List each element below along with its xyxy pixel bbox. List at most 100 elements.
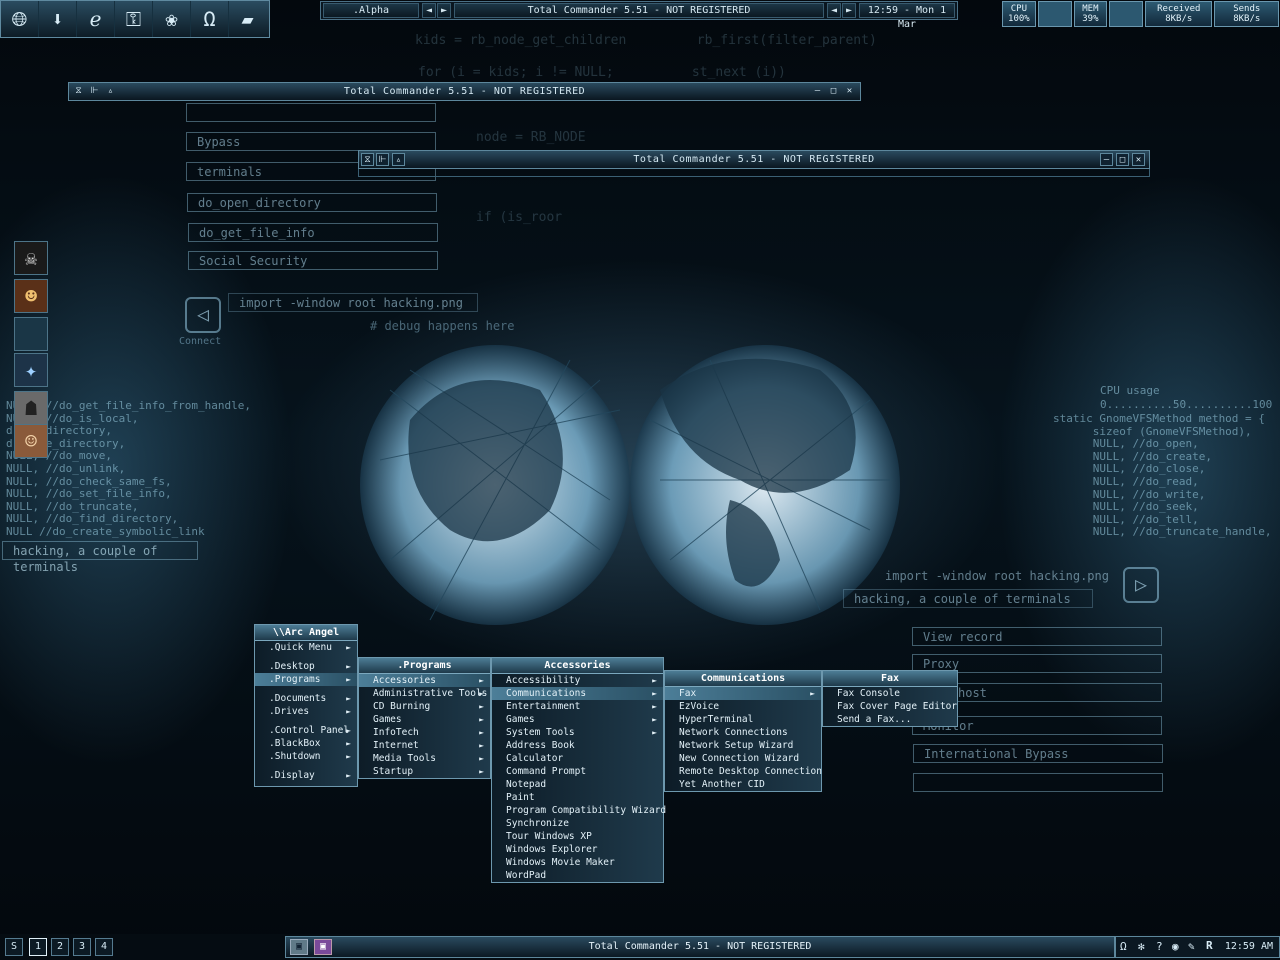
warrior-avatar-icon[interactable]: ☻ — [14, 279, 48, 313]
submenu-arrow-icon: ► — [346, 726, 351, 735]
menu-item-fax[interactable]: Fax ► — [665, 687, 821, 700]
prev-workspace-button[interactable]: ◄ — [422, 3, 436, 18]
close-icon[interactable]: ✕ — [843, 85, 856, 98]
menu-item-ezvoice[interactable]: EzVoice — [665, 700, 821, 713]
menu-item-games[interactable]: Games ► — [492, 713, 663, 726]
menu-item-blackbox[interactable]: .BlackBox ► — [255, 737, 357, 750]
menu-item-windows-explorer[interactable]: Windows Explorer — [492, 843, 663, 856]
wallpaper-field: International Bypass — [913, 744, 1163, 763]
menu-item-accessibility[interactable]: Accessibility ► — [492, 674, 663, 687]
workspace-button-2[interactable]: 2 — [51, 938, 69, 956]
gear-tray-icon[interactable]: ✻ — [1138, 940, 1145, 953]
workspace-name[interactable]: .Alpha — [323, 3, 419, 18]
right-import-text: import -window root hacking.png — [885, 569, 1109, 583]
menu-item-calculator[interactable]: Calculator — [492, 752, 663, 765]
cpu-usage-label: CPU usage — [1100, 384, 1160, 397]
menu-item-control-panel[interactable]: .Control Panel ► — [255, 724, 357, 737]
left-caption: hacking, a couple of terminals — [2, 541, 198, 574]
menu-item-hyperterminal[interactable]: HyperTerminal — [665, 713, 821, 726]
menu-item-notepad[interactable]: Notepad — [492, 778, 663, 791]
menu-item-network-connections[interactable]: Network Connections — [665, 726, 821, 739]
skull-avatar-icon[interactable]: ☠ — [14, 241, 48, 275]
network-tray-icon[interactable]: ◉ — [1172, 940, 1179, 953]
menu-item-network-setup-wizard[interactable]: Network Setup Wizard — [665, 739, 821, 752]
menu-item-infotech[interactable]: InfoTech ► — [359, 726, 490, 739]
maximize-icon[interactable]: □ — [827, 85, 840, 98]
submenu-arrow-icon: ► — [479, 741, 484, 750]
menu-item-desktop[interactable]: .Desktop ► — [255, 660, 357, 673]
menu-item-shutdown[interactable]: .Shutdown ► — [255, 750, 357, 763]
close-icon[interactable]: ✕ — [1132, 153, 1145, 166]
submenu-arrow-icon: ► — [652, 702, 657, 711]
workspace-button-1[interactable]: 1 — [29, 938, 47, 956]
lotus-icon[interactable]: ❀ — [153, 1, 191, 37]
menu-item-internet[interactable]: Internet ► — [359, 739, 490, 752]
menu-item-paint[interactable]: Paint — [492, 791, 663, 804]
help-tray-icon[interactable]: ? — [1156, 940, 1163, 953]
menu-item-programs[interactable]: .Programs ► — [255, 673, 357, 686]
next-window-button[interactable]: ► — [842, 3, 856, 18]
maximize-icon[interactable]: □ — [1116, 153, 1129, 166]
prev-window-button[interactable]: ◄ — [827, 3, 841, 18]
workspace-button-4[interactable]: 4 — [95, 938, 113, 956]
menu-item-wordpad[interactable]: WordPad — [492, 869, 663, 882]
cpu-graph — [1037, 1, 1072, 27]
menu-item-documents[interactable]: .Documents ► — [255, 692, 357, 705]
girl-avatar-icon[interactable]: ☺ — [14, 424, 48, 458]
minimize-icon[interactable]: – — [1100, 153, 1113, 166]
cpu-monitor: CPU 100% — [1002, 1, 1036, 27]
workspace-button-3[interactable]: 3 — [73, 938, 91, 956]
total-commander-window-front[interactable]: ⧖ ⊩ ▵ Total Commander 5.51 - NOT REGISTE… — [358, 150, 1150, 169]
menu-item-drives[interactable]: .Drives ► — [255, 705, 357, 718]
keys-icon[interactable]: ⚿ — [115, 1, 153, 37]
total-commander-window-back[interactable]: ⧖ ⊩ ▵ Total Commander 5.51 - NOT REGISTE… — [68, 82, 861, 101]
menu-item-games[interactable]: Games ► — [359, 713, 490, 726]
menu-item-fax-console[interactable]: Fax Console — [823, 687, 957, 700]
menu-item-send-a-fax[interactable]: Send a Fax... — [823, 713, 957, 726]
r-tray-icon[interactable]: R — [1206, 939, 1213, 952]
menu-item-media-tools[interactable]: Media Tools ► — [359, 752, 490, 765]
menu-item-new-connection-wizard[interactable]: New Connection Wizard — [665, 752, 821, 765]
menu-item-display[interactable]: .Display ► — [255, 769, 357, 782]
menu-item-synchronize[interactable]: Synchronize — [492, 817, 663, 830]
headphones-tray-icon[interactable]: Ω — [1120, 940, 1127, 953]
active-window-title[interactable]: Total Commander 5.51 - NOT REGISTERED — [454, 3, 824, 18]
menu-item-windows-movie-maker[interactable]: Windows Movie Maker — [492, 856, 663, 869]
menu-item-remote-desktop-connection[interactable]: Remote Desktop Connection — [665, 765, 822, 778]
menu-item-administrative-tools[interactable]: Administrative Tools ► — [359, 687, 490, 700]
minimize-icon[interactable]: – — [811, 85, 824, 98]
menu-item-fax-cover-page-editor[interactable]: Fax Cover Page Editor — [823, 700, 957, 713]
programs-menu: .Programs Accessories ► Administrative To… — [358, 657, 491, 779]
headphones-icon[interactable]: Ω — [191, 1, 229, 37]
empty-avatar-slot[interactable] — [14, 317, 48, 351]
menu-item-program-compatibility-wizard[interactable]: Program Compatibility Wizard — [492, 804, 666, 817]
next-workspace-button[interactable]: ► — [437, 3, 451, 18]
menu-item-quick-menu[interactable]: .Quick Menu ► — [255, 641, 357, 654]
folder-icon[interactable]: ▰ — [229, 1, 266, 37]
globe-icon[interactable]: 🌐︎ — [1, 1, 39, 37]
menu-item-tour-windows-xp[interactable]: Tour Windows XP — [492, 830, 663, 843]
wallpaper-field: View record — [912, 627, 1162, 646]
menu-item-yet-another-cid[interactable]: Yet Another CID — [665, 778, 821, 791]
workspace-button-s[interactable]: S — [5, 938, 23, 956]
download-icon[interactable]: ⬇ — [39, 1, 77, 37]
emblem-avatar-icon[interactable]: ✦ — [14, 353, 48, 387]
menu-item-cd-burning[interactable]: CD Burning ► — [359, 700, 490, 713]
submenu-arrow-icon: ► — [479, 767, 484, 776]
top-clock: 12:59 - Mon 1 Mar — [859, 3, 955, 30]
submenu-arrow-icon: ► — [652, 676, 657, 685]
robot-avatar-icon[interactable]: ☗ — [14, 391, 48, 425]
menu-item-communications[interactable]: Communications ► — [492, 687, 663, 700]
menu-item-accessories[interactable]: Accessories ► — [359, 674, 490, 687]
window-title: Total Commander 5.51 - NOT REGISTERED — [343, 86, 586, 97]
taskbar-task[interactable]: ▣ ▣ Total Commander 5.51 - NOT REGISTERE… — [285, 936, 1115, 958]
menu-item-command-prompt[interactable]: Command Prompt — [492, 765, 663, 778]
menu-item-system-tools[interactable]: System Tools ► — [492, 726, 663, 739]
menu-item-startup[interactable]: Startup ► — [359, 765, 490, 778]
menu-item-entertainment[interactable]: Entertainment ► — [492, 700, 663, 713]
menu-item-address-book[interactable]: Address Book — [492, 739, 663, 752]
accessories-menu: Accessories Accessibility ► Communication… — [491, 657, 666, 883]
internet-explorer-icon[interactable]: ℯ — [77, 1, 115, 37]
submenu-arrow-icon: ► — [479, 754, 484, 763]
pen-tray-icon[interactable]: ✎ — [1188, 940, 1195, 953]
